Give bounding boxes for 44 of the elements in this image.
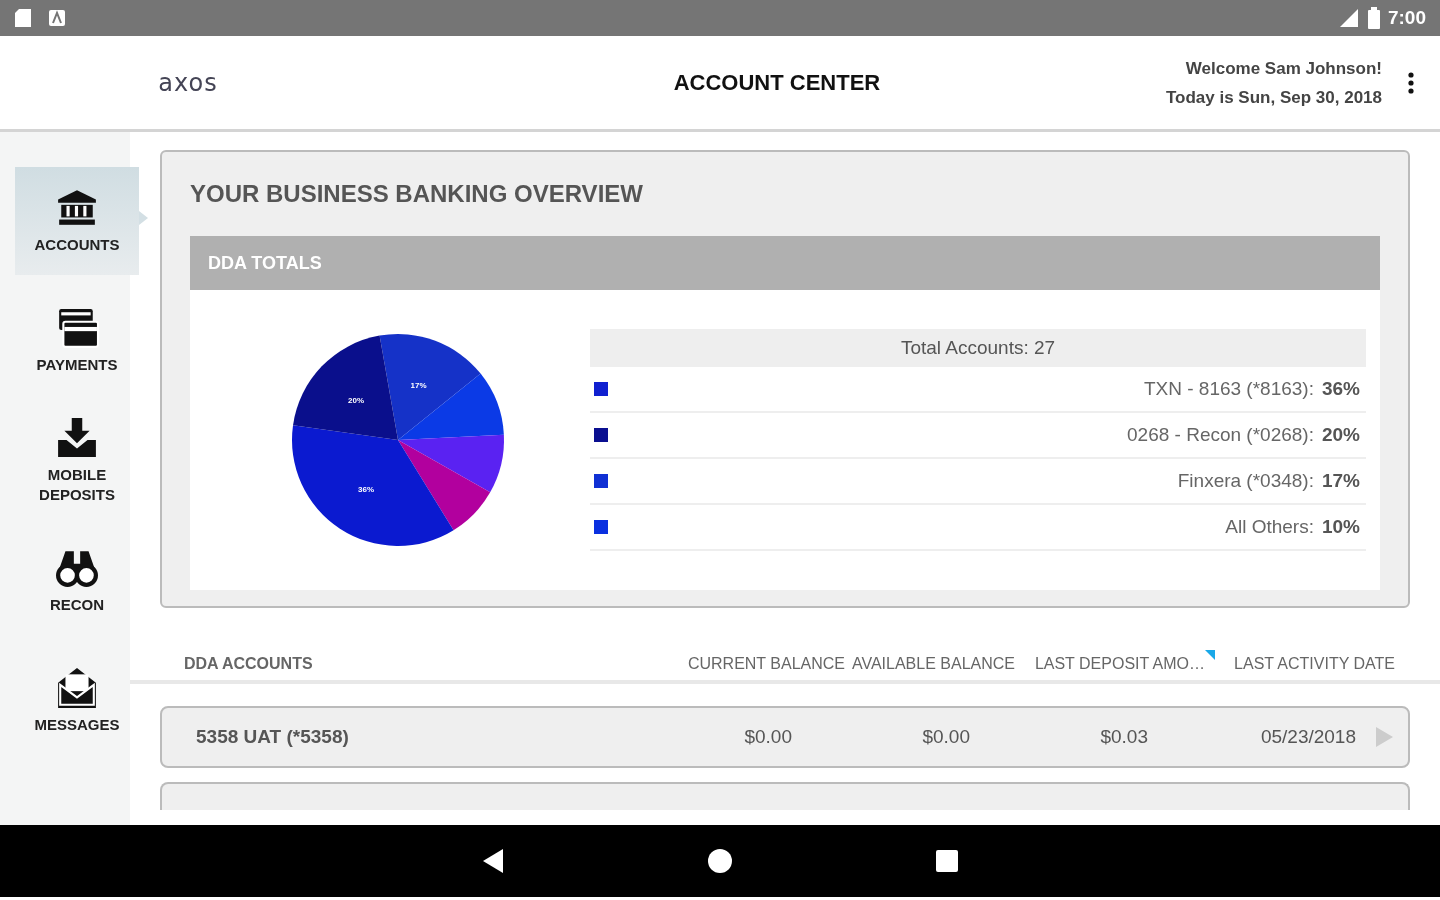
panel-title: DDA TOTALS	[190, 236, 1380, 290]
column-header[interactable]: CURRENT BALANCE	[665, 652, 845, 676]
legend-share: 17%	[1321, 468, 1360, 493]
sd-card-icon	[14, 8, 32, 28]
column-header[interactable]: LAST ACTIVITY DATE	[1215, 652, 1395, 676]
legend-share: 10%	[1321, 514, 1360, 539]
section-title: YOUR BUSINESS BANKING OVERVIEW	[190, 179, 644, 209]
home-button[interactable]	[706, 847, 734, 875]
sidebar-tab[interactable]: PAYMENTS	[15, 287, 139, 395]
table-cell-text: $0.00	[743, 724, 792, 749]
chevron-right-icon	[1374, 726, 1394, 748]
sidebar-tab[interactable]: MESSAGES	[15, 647, 139, 755]
slice-label: 17%	[410, 381, 427, 391]
envelope-icon	[55, 667, 99, 709]
more-menu-button[interactable]	[1406, 69, 1416, 96]
column-header[interactable]: AVAILABLE BALANCE	[845, 652, 1015, 676]
column-header[interactable]: DDA ACCOUNTS	[184, 652, 665, 676]
table-cell-text: 05/23/2018	[1259, 724, 1356, 749]
notification-icon	[48, 9, 66, 27]
welcome-text: Welcome Sam Johnson!	[1184, 57, 1382, 80]
slice-label: 36%	[358, 484, 375, 494]
legend-share: 20%	[1321, 422, 1360, 447]
table-cell-text: 5358 UAT (*5358)	[196, 724, 350, 749]
sidebar-tab[interactable]: MOBILE DEPOSITS	[15, 407, 139, 515]
sidebar-tab[interactable]: RECON	[15, 527, 139, 635]
slice-label: 20%	[348, 395, 365, 405]
table-cell-text: $0.03	[1099, 724, 1148, 749]
date-text: Today is Sun, Sep 30, 2018	[1165, 86, 1382, 109]
status-time: 7:00	[1387, 5, 1426, 30]
logo: axos	[157, 67, 219, 99]
sort-indicator-icon	[1205, 650, 1215, 660]
legend-label: TXN - 8163 (*8163):	[1143, 376, 1314, 401]
legend-label: 0268 - Recon (*0268):	[1127, 422, 1314, 447]
table-cell-text: $0.00	[921, 724, 970, 749]
battery-icon	[1367, 7, 1380, 29]
page-title: ACCOUNT CENTER	[672, 69, 882, 97]
recents-button[interactable]	[934, 847, 960, 875]
legend-label: Finxera (*0348):	[1177, 468, 1314, 493]
total-accounts: Total Accounts: 27	[590, 329, 1366, 367]
account-row[interactable]: 5358 UAT (*5358) $0.00 $0.00 $0.03 05/23/2018	[160, 706, 1410, 768]
legend-label: All Others:	[1225, 514, 1314, 539]
column-header[interactable]: LAST DEPOSIT AMO…	[1015, 652, 1205, 676]
legend-share: 36%	[1321, 376, 1360, 401]
download-tray-icon	[55, 417, 99, 459]
